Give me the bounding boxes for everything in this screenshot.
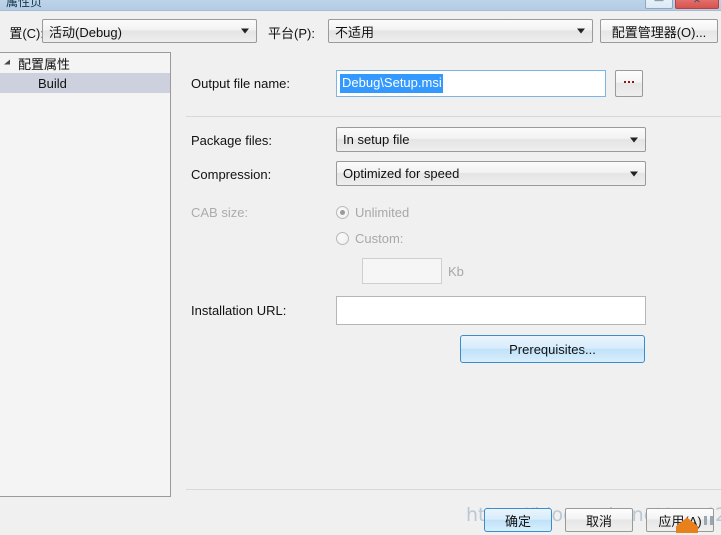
compression-dropdown[interactable]: Optimized for speed xyxy=(336,161,646,186)
orange-arrow-icon xyxy=(676,517,698,533)
cab-size-custom-radio[interactable]: Custom: xyxy=(336,231,403,246)
close-icon: ✕ xyxy=(693,0,701,5)
chevron-down-icon xyxy=(630,137,638,142)
configuration-label: 置(C): xyxy=(9,26,44,41)
cab-size-unlimited-label: Unlimited xyxy=(355,205,410,220)
sidebar-item-build[interactable]: Build xyxy=(0,73,170,93)
cab-size-unlimited-radio[interactable]: Unlimited xyxy=(336,205,409,220)
minimize-button[interactable]: — xyxy=(645,0,673,9)
chevron-down-icon xyxy=(241,28,249,34)
ok-button[interactable]: 确定 xyxy=(484,508,552,532)
window-titlebar: 属性页 — ✕ xyxy=(0,0,721,11)
cab-size-input[interactable] xyxy=(362,258,442,284)
prerequisites-button[interactable]: Prerequisites... xyxy=(460,335,645,363)
cab-size-custom-label: Custom: xyxy=(355,231,404,246)
configuration-manager-button[interactable]: 配置管理器(O)... xyxy=(600,19,718,43)
window-title: 属性页 xyxy=(6,0,43,8)
collapse-triangle-icon[interactable] xyxy=(3,59,12,68)
output-file-name-input[interactable]: Debug\Setup.msi xyxy=(336,70,606,97)
minimize-icon: — xyxy=(654,0,664,5)
chevron-down-icon xyxy=(577,28,585,34)
sidebar-item-configuration-properties[interactable]: 配置属性 xyxy=(0,53,170,73)
ok-button-label: 确定 xyxy=(504,513,531,529)
output-file-name-value: Debug\Setup.msi xyxy=(340,74,443,93)
prerequisites-label: Prerequisites... xyxy=(509,341,596,357)
cab-size-units-label: Kb xyxy=(448,264,464,279)
tray-app-icon[interactable] xyxy=(676,514,702,535)
package-files-label: Package files: xyxy=(191,133,272,148)
properties-tree[interactable]: 配置属性 Build xyxy=(0,52,171,497)
output-file-name-label: Output file name: xyxy=(191,76,290,91)
ellipsis-icon xyxy=(624,81,634,86)
chevron-down-icon xyxy=(630,171,638,176)
configuration-value: 活动(Debug) xyxy=(49,24,122,40)
compression-label: Compression: xyxy=(191,167,272,182)
installation-url-input[interactable] xyxy=(336,296,646,325)
cancel-button[interactable]: 取消 xyxy=(565,508,633,532)
divider xyxy=(186,489,721,490)
package-files-value: In setup file xyxy=(343,132,410,147)
divider xyxy=(186,116,721,117)
window-controls: — ✕ xyxy=(645,0,719,9)
platform-label: 平台(P): xyxy=(268,26,315,41)
installation-url-label: Installation URL: xyxy=(191,303,287,318)
configuration-dropdown[interactable]: 活动(Debug) xyxy=(42,19,257,43)
cab-size-label: CAB size: xyxy=(191,205,249,220)
tray-overflow-icon[interactable] xyxy=(704,516,713,525)
configuration-manager-label: 配置管理器(O)... xyxy=(611,24,707,40)
sidebar-item-label: 配置属性 xyxy=(18,56,71,72)
compression-value: Optimized for speed xyxy=(343,166,460,181)
platform-value: 不适用 xyxy=(335,24,375,40)
package-files-dropdown[interactable]: In setup file xyxy=(336,127,646,152)
cancel-button-label: 取消 xyxy=(585,513,612,529)
radio-dot-icon xyxy=(336,206,349,219)
platform-dropdown[interactable]: 不适用 xyxy=(328,19,593,43)
browse-button[interactable] xyxy=(615,70,643,97)
radio-dot-icon xyxy=(336,232,349,245)
sidebar-item-label: Build xyxy=(38,75,67,91)
close-button[interactable]: ✕ xyxy=(675,0,719,9)
